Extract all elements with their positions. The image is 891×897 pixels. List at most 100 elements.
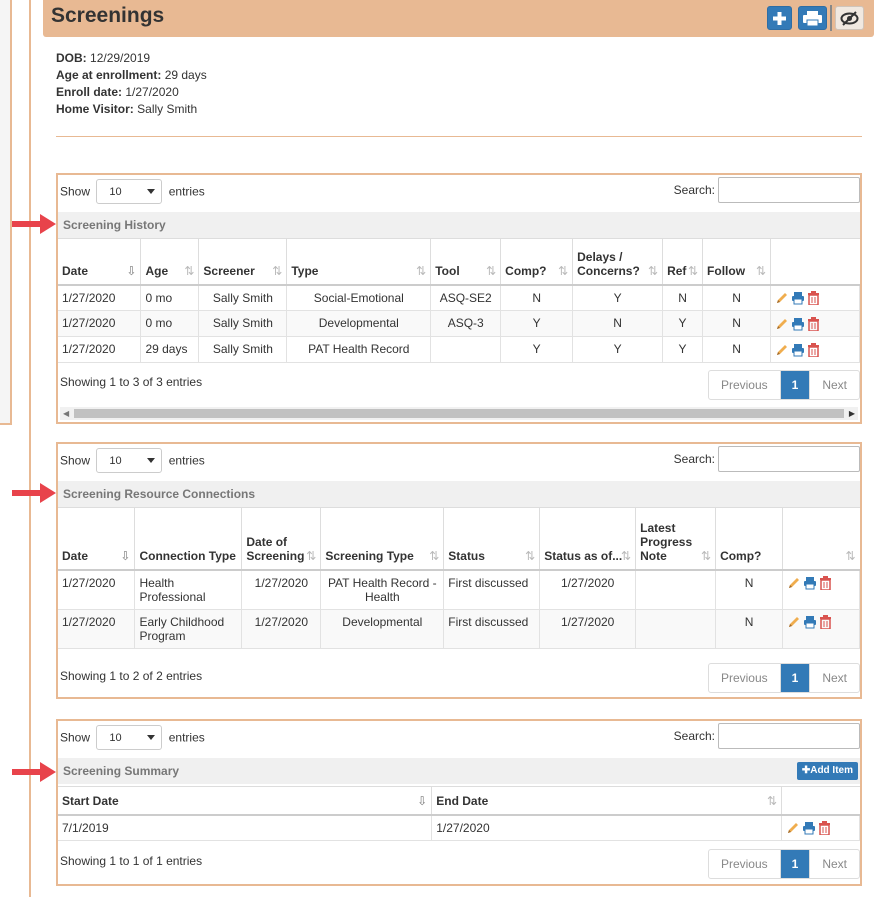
col-date[interactable]: Date ⇩ bbox=[58, 507, 136, 571]
col-screener[interactable]: Screener ⇅ bbox=[198, 238, 288, 286]
col-screening-type[interactable]: Screening Type ⇅ bbox=[320, 507, 445, 571]
col-comp[interactable]: Comp? ⇅ bbox=[500, 238, 574, 286]
pencil-icon[interactable] bbox=[787, 615, 801, 629]
search-input[interactable] bbox=[718, 723, 860, 749]
show-label: Show bbox=[60, 184, 91, 199]
page-1-button[interactable]: 1 bbox=[780, 850, 811, 878]
pencil-icon[interactable] bbox=[775, 343, 789, 357]
scroll-left-icon[interactable]: ◀ bbox=[63, 409, 69, 418]
pagination: Previous 1 Next bbox=[707, 663, 860, 693]
child-info: DOB: 12/29/2019 Age at enrollment: 29 da… bbox=[56, 50, 207, 118]
col-connection-type[interactable]: Connection Type bbox=[134, 507, 243, 571]
col-latest-progress-note[interactable]: Latest Progress Note ⇅ bbox=[635, 507, 717, 571]
table-cell: 1/27/2020 bbox=[431, 814, 782, 842]
printer-icon[interactable] bbox=[791, 317, 805, 331]
row-actions bbox=[782, 569, 860, 610]
table-cell: 1/27/2020 bbox=[539, 609, 637, 649]
length-control: Show 10 entries bbox=[60, 725, 205, 750]
scrollbar-thumb[interactable] bbox=[74, 409, 844, 418]
table-cell: N bbox=[572, 310, 664, 338]
col-ref[interactable]: Ref ⇅ bbox=[662, 238, 704, 286]
table-cell: Y bbox=[572, 336, 664, 363]
search-label: Search: bbox=[673, 452, 715, 466]
trash-icon[interactable] bbox=[819, 615, 832, 631]
table-cell: N bbox=[715, 569, 784, 610]
col-tool[interactable]: Tool ⇅ bbox=[430, 238, 502, 286]
printer-icon[interactable] bbox=[791, 291, 805, 305]
show-label: Show bbox=[60, 453, 91, 468]
col-actions bbox=[770, 238, 860, 286]
printer-icon[interactable] bbox=[791, 343, 805, 357]
search-label: Search: bbox=[673, 183, 715, 197]
col-actions: ⇅ bbox=[782, 507, 860, 571]
horizontal-scrollbar[interactable]: ◀ ▶ bbox=[60, 407, 858, 420]
col-comp[interactable]: Comp? bbox=[715, 507, 784, 571]
col-status[interactable]: Status ⇅ bbox=[443, 507, 541, 571]
add-item-button[interactable]: ✚Add Item bbox=[796, 762, 858, 780]
search-control: Search: bbox=[674, 723, 860, 749]
next-button[interactable]: Next bbox=[810, 664, 859, 692]
pencil-icon[interactable] bbox=[775, 317, 789, 331]
page-length-value: 10 bbox=[109, 186, 122, 198]
printer-icon bbox=[803, 11, 822, 27]
previous-button[interactable]: Previous bbox=[709, 664, 781, 692]
print-button[interactable] bbox=[798, 6, 827, 30]
trash-icon[interactable] bbox=[807, 317, 820, 332]
table-row: 1/27/2020 Early Childhood Program 1/27/202… bbox=[58, 609, 860, 649]
page-title: Screenings bbox=[51, 4, 165, 27]
search-input[interactable] bbox=[718, 446, 860, 472]
next-button[interactable]: Next bbox=[810, 371, 859, 399]
page-length-select[interactable]: 10 bbox=[96, 448, 163, 473]
table-cell: 0 mo bbox=[140, 310, 200, 338]
col-delays[interactable]: Delays / Concerns? ⇅ bbox=[572, 238, 664, 286]
previous-button[interactable]: Previous bbox=[709, 371, 781, 399]
trash-icon[interactable] bbox=[807, 291, 820, 307]
col-age[interactable]: Age ⇅ bbox=[140, 238, 200, 286]
col-date[interactable]: Date ⇩ bbox=[58, 238, 142, 286]
search-control: Search: bbox=[674, 177, 860, 203]
table-cell: ASQ-3 bbox=[430, 310, 502, 338]
table-cell: Social-Emotional bbox=[286, 284, 432, 312]
table-cell: N bbox=[500, 284, 574, 312]
col-date-of-screening[interactable]: Date of Screening ⇅ bbox=[241, 507, 322, 571]
table-cell: Y bbox=[572, 284, 664, 312]
entries-label: entries bbox=[168, 184, 205, 199]
page-length-select[interactable]: 10 bbox=[96, 725, 163, 750]
trash-icon[interactable] bbox=[819, 576, 832, 592]
table-cell: Developmental bbox=[286, 310, 432, 338]
table-cell bbox=[635, 609, 717, 649]
screening-history-panel: Show 10 entries Search: Screening Histor… bbox=[56, 173, 862, 424]
pencil-icon[interactable] bbox=[786, 821, 800, 835]
section-title: Screening Resource Connections bbox=[58, 481, 860, 507]
col-status-as-of[interactable]: Status as of... ⇅ bbox=[539, 507, 637, 571]
col-type[interactable]: Type ⇅ bbox=[286, 238, 432, 286]
col-end-date[interactable]: End Date ⇅ bbox=[431, 786, 782, 816]
printer-icon[interactable] bbox=[803, 615, 817, 629]
trash-icon[interactable] bbox=[807, 342, 820, 358]
table-cell bbox=[430, 336, 502, 363]
add-button[interactable] bbox=[767, 6, 792, 30]
page-length-select[interactable]: 10 bbox=[96, 179, 163, 204]
page-1-button[interactable]: 1 bbox=[780, 371, 811, 399]
table-cell: 1/27/2020 bbox=[58, 569, 136, 610]
arrow-icon bbox=[12, 762, 56, 782]
previous-button[interactable]: Previous bbox=[709, 850, 781, 878]
printer-icon[interactable] bbox=[802, 821, 816, 835]
next-button[interactable]: Next bbox=[810, 850, 859, 878]
scroll-right-icon[interactable]: ▶ bbox=[849, 409, 855, 418]
pencil-icon[interactable] bbox=[787, 576, 801, 590]
col-follow[interactable]: Follow ⇅ bbox=[702, 238, 771, 286]
pagination: Previous 1 Next bbox=[707, 849, 860, 879]
hide-button[interactable] bbox=[835, 6, 864, 30]
pencil-icon[interactable] bbox=[775, 291, 789, 305]
trash-icon[interactable] bbox=[818, 821, 831, 837]
table-cell: 7/1/2019 bbox=[58, 814, 433, 842]
chevron-down-icon bbox=[147, 458, 156, 463]
entries-label: entries bbox=[168, 453, 205, 468]
section-title: Screening Summary ✚Add Item bbox=[58, 758, 860, 784]
printer-icon[interactable] bbox=[803, 576, 817, 590]
visitor-label: Home Visitor: bbox=[56, 102, 134, 116]
col-start-date[interactable]: Start Date ⇩ bbox=[58, 786, 433, 816]
search-input[interactable] bbox=[718, 177, 860, 203]
page-1-button[interactable]: 1 bbox=[780, 664, 811, 692]
